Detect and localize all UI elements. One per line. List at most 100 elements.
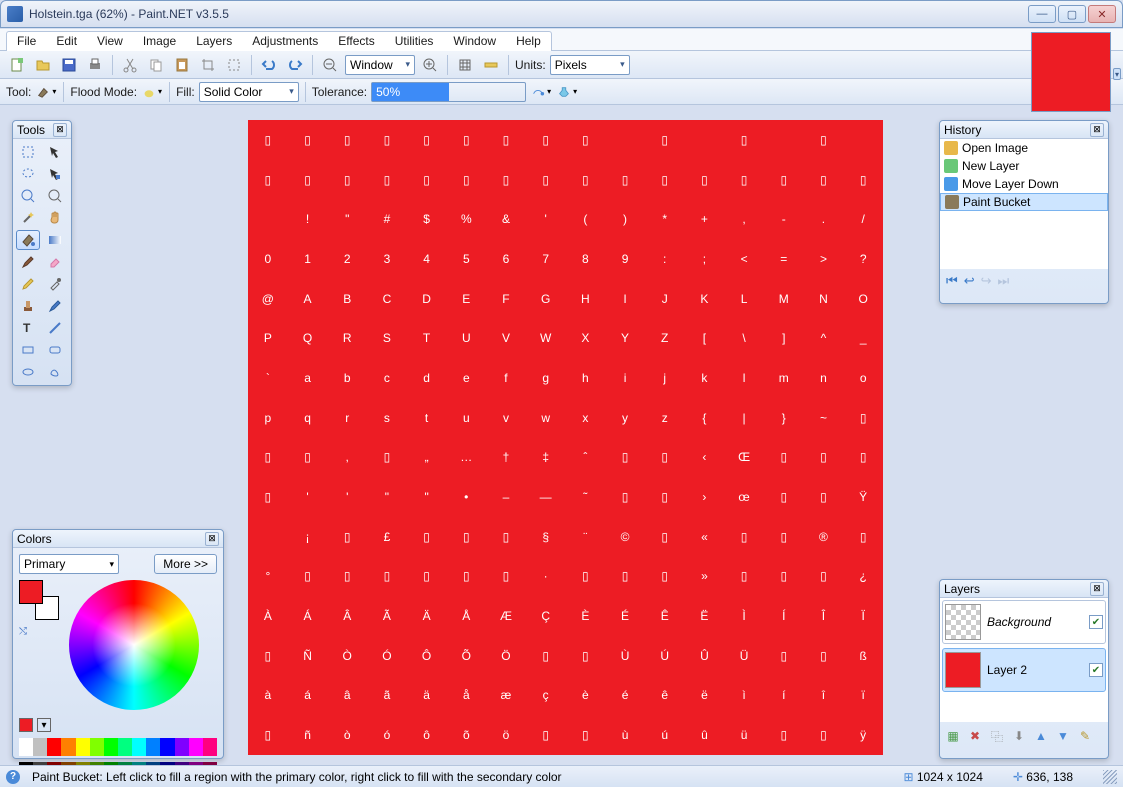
maximize-button[interactable]: ▢ [1058, 5, 1086, 23]
layer-properties-button[interactable]: ✎ [1076, 727, 1094, 745]
palette-menu-icon[interactable]: ▾ [37, 718, 51, 732]
open-button[interactable] [32, 54, 54, 76]
history-item[interactable]: Move Layer Down [940, 175, 1108, 193]
color-swatches[interactable] [19, 580, 59, 620]
menu-file[interactable]: File [7, 32, 46, 51]
rounded-rect-tool[interactable] [43, 340, 67, 360]
app-icon [7, 6, 23, 22]
history-panel-close[interactable]: ⊠ [1090, 123, 1104, 137]
duplicate-layer-button[interactable]: ⿻ [988, 727, 1006, 745]
move-down-button[interactable]: ▼ [1054, 727, 1072, 745]
layer-item[interactable]: Background✔ [942, 600, 1106, 644]
antialias-combo[interactable]: ▾ [556, 81, 578, 103]
pencil-tool[interactable] [16, 274, 40, 294]
deselect-button[interactable] [223, 54, 245, 76]
zoom-out-button[interactable] [319, 54, 341, 76]
menu-view[interactable]: View [87, 32, 133, 51]
new-button[interactable] [6, 54, 28, 76]
clone-stamp-tool[interactable] [16, 296, 40, 316]
colors-panel-close[interactable]: ⊠ [205, 532, 219, 546]
eraser-tool[interactable] [43, 252, 67, 272]
more-button[interactable]: More >> [154, 554, 217, 574]
svg-text:T: T [23, 321, 31, 335]
delete-layer-button[interactable]: ✖ [966, 727, 984, 745]
swap-colors-icon[interactable]: ⤭ [19, 626, 59, 637]
pan-tool[interactable] [43, 208, 67, 228]
copy-button[interactable] [145, 54, 167, 76]
layer-item[interactable]: Layer 2✔ [942, 648, 1106, 692]
move-selection-tool[interactable] [43, 142, 67, 162]
minimize-button[interactable]: — [1028, 5, 1056, 23]
close-button[interactable]: ✕ [1088, 5, 1116, 23]
paint-bucket-tool[interactable] [16, 230, 40, 250]
palette[interactable] [19, 738, 217, 756]
lasso-tool[interactable] [16, 164, 40, 184]
paste-button[interactable] [171, 54, 193, 76]
zoom-combo[interactable]: Window [345, 55, 415, 75]
add-color-icon[interactable] [19, 718, 33, 732]
layer-visibility-checkbox[interactable]: ✔ [1089, 663, 1103, 677]
recolor-tool[interactable] [43, 296, 67, 316]
menu-layers[interactable]: Layers [186, 32, 242, 51]
add-layer-button[interactable]: ▦ [944, 727, 962, 745]
canvas[interactable]: ▯▯▯▯▯▯▯▯▯▯▯▯▯▯▯▯▯▯▯▯▯▯▯▯▯▯▯▯!"#$%&'()*+,… [248, 120, 883, 755]
tolerance-slider[interactable]: 50% [371, 82, 526, 102]
freeform-tool[interactable] [43, 362, 67, 382]
history-redo-button[interactable]: ↪ [981, 273, 992, 289]
menu-utilities[interactable]: Utilities [385, 32, 444, 51]
line-tool[interactable] [43, 318, 67, 338]
magic-wand-tool[interactable] [16, 208, 40, 228]
fill-combo[interactable]: Solid Color [199, 82, 299, 102]
tool-indicator[interactable]: ▾ [35, 81, 57, 103]
navigator-thumbnail[interactable] [1031, 32, 1111, 112]
undo-button[interactable] [258, 54, 280, 76]
help-icon[interactable]: ? [6, 770, 20, 784]
history-item[interactable]: New Layer [940, 157, 1108, 175]
history-rewind-button[interactable]: ⏮ [946, 273, 958, 289]
ellipse-select-tool[interactable] [16, 186, 40, 206]
zoom-in-button[interactable] [419, 54, 441, 76]
color-mode-combo[interactable]: Primary [19, 554, 119, 574]
menu-help[interactable]: Help [506, 32, 551, 51]
grid-button[interactable] [454, 54, 476, 76]
history-item[interactable]: Open Image [940, 139, 1108, 157]
menu-image[interactable]: Image [133, 32, 186, 51]
gradient-tool[interactable] [43, 230, 67, 250]
paintbrush-tool[interactable] [16, 252, 40, 272]
resize-grip[interactable] [1103, 770, 1117, 784]
ellipse-tool[interactable] [16, 362, 40, 382]
text-tool[interactable]: T [16, 318, 40, 338]
print-button[interactable] [84, 54, 106, 76]
flood-mode-combo[interactable]: ▾ [141, 81, 163, 103]
layer-visibility-checkbox[interactable]: ✔ [1089, 615, 1103, 629]
image-list-dropdown[interactable]: ▾ [1113, 68, 1121, 80]
rectangle-tool[interactable] [16, 340, 40, 360]
menu-window[interactable]: Window [443, 32, 506, 51]
ruler-button[interactable] [480, 54, 502, 76]
history-item[interactable]: Paint Bucket [940, 193, 1108, 211]
tools-panel-title: Tools [17, 123, 45, 137]
history-undo-button[interactable]: ↩ [964, 273, 975, 289]
move-pixels-tool[interactable] [43, 164, 67, 184]
cut-button[interactable] [119, 54, 141, 76]
sampling-combo[interactable]: ▾ [530, 81, 552, 103]
flood-mode-label: Flood Mode: [70, 85, 137, 99]
color-wheel[interactable] [69, 580, 199, 710]
redo-button[interactable] [284, 54, 306, 76]
menu-adjustments[interactable]: Adjustments [242, 32, 328, 51]
color-picker-tool[interactable] [43, 274, 67, 294]
crop-button[interactable] [197, 54, 219, 76]
layers-panel-close[interactable]: ⊠ [1090, 582, 1104, 596]
zoom-tool[interactable] [43, 186, 67, 206]
save-button[interactable] [58, 54, 80, 76]
units-combo[interactable]: Pixels [550, 55, 630, 75]
rectangle-select-tool[interactable] [16, 142, 40, 162]
tools-panel-close[interactable]: ⊠ [53, 123, 67, 137]
primary-color-swatch[interactable] [19, 580, 43, 604]
menu-effects[interactable]: Effects [328, 32, 384, 51]
merge-down-button[interactable]: ⬇ [1010, 727, 1028, 745]
menu-edit[interactable]: Edit [46, 32, 87, 51]
move-up-button[interactable]: ▲ [1032, 727, 1050, 745]
layers-panel-title: Layers [944, 582, 980, 596]
history-fastforward-button[interactable]: ⏭ [998, 273, 1010, 289]
